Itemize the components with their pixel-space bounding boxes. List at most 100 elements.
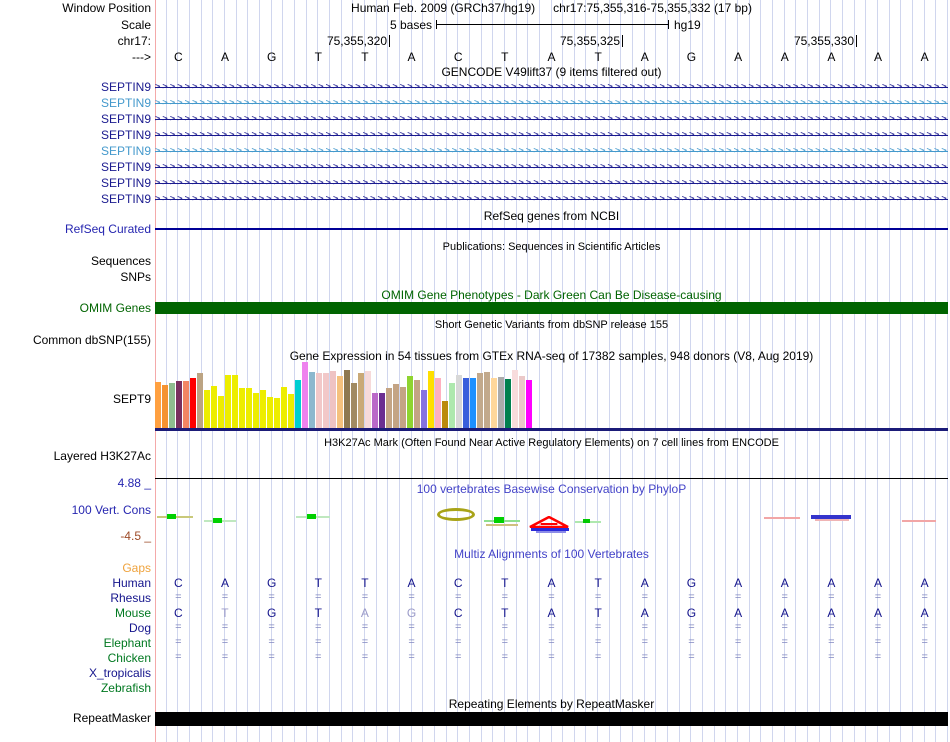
omim-genes-label[interactable]: OMIM Genes (0, 302, 151, 315)
transcript-label[interactable]: SEPTIN9 (0, 177, 151, 190)
alignment-match-mark: = (734, 636, 742, 648)
gtex-tissue-bar[interactable] (330, 371, 336, 428)
gtex-tissue-bar[interactable] (498, 377, 504, 428)
species-label[interactable]: Mouse (0, 607, 151, 620)
gtex-tissue-bar[interactable] (211, 386, 217, 428)
transcript-arrow-line[interactable]: >>>>>>>>>>>>>>>>>>>>>>>>>>>>>>>>>>>>>>>>… (155, 115, 948, 124)
gtex-tissue-bar[interactable] (197, 373, 203, 428)
phylop-track-label[interactable]: 100 Vert. Cons (0, 504, 151, 517)
species-label[interactable]: Dog (0, 622, 151, 635)
gtex-tissue-bar[interactable] (414, 380, 420, 428)
gtex-tissue-bar[interactable] (463, 378, 469, 428)
grid-line (900, 0, 902, 742)
transcript-label[interactable]: SEPTIN9 (0, 193, 151, 206)
repeatmasker-element-bar[interactable] (155, 712, 948, 726)
gtex-tissue-bar[interactable] (169, 383, 175, 428)
species-label[interactable]: X_tropicalis (0, 667, 151, 680)
transcript-arrow-line[interactable]: >>>>>>>>>>>>>>>>>>>>>>>>>>>>>>>>>>>>>>>>… (155, 99, 948, 108)
gtex-tissue-bar[interactable] (302, 362, 308, 428)
grid-line (468, 0, 470, 742)
gtex-tissue-bar[interactable] (281, 387, 287, 428)
species-label[interactable]: Elephant (0, 637, 151, 650)
gtex-tissue-bar[interactable] (162, 385, 168, 428)
gtex-tissue-bar[interactable] (253, 393, 259, 428)
species-label[interactable]: Human (0, 577, 151, 590)
transcript-arrow-line[interactable]: >>>>>>>>>>>>>>>>>>>>>>>>>>>>>>>>>>>>>>>>… (155, 147, 948, 156)
gtex-tissue-bar[interactable] (519, 376, 525, 428)
gtex-tissue-bar[interactable] (337, 376, 343, 428)
gtex-tissue-bar[interactable] (351, 383, 357, 428)
transcript-label[interactable]: SEPTIN9 (0, 129, 151, 142)
repeatmasker-label[interactable]: RepeatMasker (0, 712, 151, 725)
transcript-arrow-line[interactable]: >>>>>>>>>>>>>>>>>>>>>>>>>>>>>>>>>>>>>>>>… (155, 179, 948, 188)
transcript-label[interactable]: SEPTIN9 (0, 81, 151, 94)
gtex-tissue-bar[interactable] (456, 375, 462, 428)
gtex-tissue-bar[interactable] (428, 371, 434, 428)
refseq-curated-gene-line[interactable] (155, 228, 948, 230)
gtex-tissue-bar[interactable] (505, 379, 511, 428)
conservation-letter-c (437, 508, 475, 521)
gtex-tissue-bar[interactable] (260, 390, 266, 428)
layered-h3k27ac-label[interactable]: Layered H3K27Ac (0, 450, 151, 463)
gtex-tissue-bar[interactable] (218, 396, 224, 428)
gtex-tissue-bar[interactable] (204, 390, 210, 428)
strand-arrowheads: >>>>>>>>>>>>>>>>>>>>>>>>>>>>>>>>>>>>>>>>… (155, 99, 948, 108)
gtex-tissue-bar[interactable] (344, 370, 350, 428)
gtex-tissue-bar[interactable] (393, 384, 399, 428)
common-dbsnp-label[interactable]: Common dbSNP(155) (0, 334, 151, 347)
sequences-label[interactable]: Sequences (0, 255, 151, 268)
alignment-base: A (780, 576, 789, 590)
gtex-tissue-bar[interactable] (155, 382, 161, 428)
gtex-tissue-bar[interactable] (372, 393, 378, 428)
gtex-tissue-bar[interactable] (232, 375, 238, 428)
gtex-tissue-bar[interactable] (386, 388, 392, 428)
snps-label[interactable]: SNPs (0, 271, 151, 284)
species-label[interactable]: Rhesus (0, 592, 151, 605)
transcript-arrow-line[interactable]: >>>>>>>>>>>>>>>>>>>>>>>>>>>>>>>>>>>>>>>>… (155, 83, 948, 92)
gtex-tissue-bar[interactable] (176, 381, 182, 428)
gtex-tissue-bar[interactable] (190, 378, 196, 428)
gtex-tissue-bar[interactable] (267, 397, 273, 428)
gtex-tissue-bar[interactable] (442, 401, 448, 428)
species-label[interactable]: Zebrafish (0, 682, 151, 695)
gtex-tissue-bar[interactable] (295, 380, 301, 428)
alignment-base: C (173, 576, 183, 590)
gtex-tissue-bar[interactable] (288, 394, 294, 428)
gtex-tissue-bar[interactable] (239, 388, 245, 428)
refseq-curated-label[interactable]: RefSeq Curated (0, 223, 151, 236)
gtex-tissue-bar[interactable] (316, 373, 322, 428)
omim-gene-bar[interactable] (155, 302, 948, 314)
gtex-tissue-bar[interactable] (274, 398, 280, 428)
transcript-arrow-line[interactable]: >>>>>>>>>>>>>>>>>>>>>>>>>>>>>>>>>>>>>>>>… (155, 195, 948, 204)
grid-line (235, 0, 237, 742)
grid-line (480, 0, 482, 742)
transcript-label[interactable]: SEPTIN9 (0, 161, 151, 174)
transcript-arrow-line[interactable]: >>>>>>>>>>>>>>>>>>>>>>>>>>>>>>>>>>>>>>>>… (155, 131, 948, 140)
transcript-label[interactable]: SEPTIN9 (0, 145, 151, 158)
gtex-tissue-bar[interactable] (435, 378, 441, 428)
gtex-tissue-bar[interactable] (421, 390, 427, 428)
gtex-tissue-bar[interactable] (477, 373, 483, 428)
gtex-tissue-bar[interactable] (365, 371, 371, 428)
transcript-label[interactable]: SEPTIN9 (0, 97, 151, 110)
gtex-tissue-bar[interactable] (526, 380, 532, 428)
species-label[interactable]: Chicken (0, 652, 151, 665)
gtex-tissue-bar[interactable] (512, 370, 518, 428)
sept9-gene-label[interactable]: SEPT9 (0, 393, 151, 406)
gtex-tissue-bar[interactable] (407, 376, 413, 428)
gtex-tissue-bar[interactable] (484, 372, 490, 428)
species-label[interactable]: Gaps (0, 562, 151, 575)
gtex-tissue-bar[interactable] (491, 378, 497, 428)
gtex-tissue-bar[interactable] (323, 373, 329, 428)
transcript-label[interactable]: SEPTIN9 (0, 113, 151, 126)
gtex-tissue-bar[interactable] (225, 375, 231, 428)
gtex-tissue-bar[interactable] (309, 372, 315, 428)
transcript-arrow-line[interactable]: >>>>>>>>>>>>>>>>>>>>>>>>>>>>>>>>>>>>>>>>… (155, 163, 948, 172)
gtex-tissue-bar[interactable] (379, 393, 385, 428)
gtex-tissue-bar[interactable] (470, 378, 476, 428)
gtex-tissue-bar[interactable] (449, 383, 455, 428)
gtex-tissue-bar[interactable] (246, 388, 252, 428)
gtex-tissue-bar[interactable] (358, 373, 364, 428)
gtex-tissue-bar[interactable] (183, 381, 189, 428)
gtex-tissue-bar[interactable] (400, 387, 406, 428)
